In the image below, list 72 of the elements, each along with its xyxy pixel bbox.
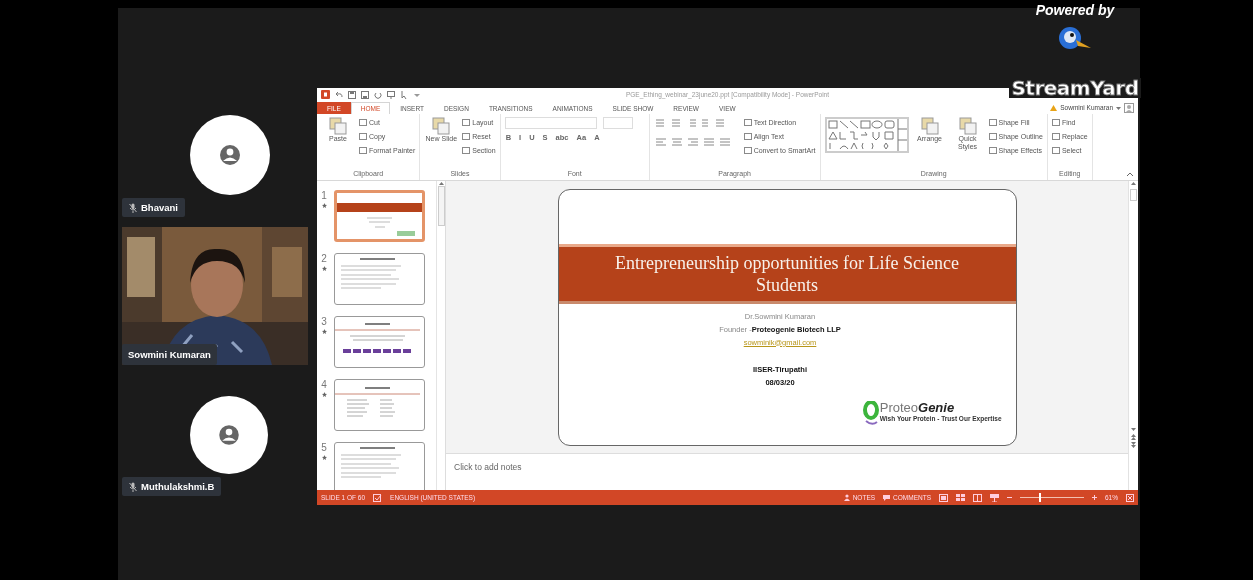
leaf-logo-icon [862,400,879,427]
slide-sorter-icon[interactable] [956,493,965,502]
stacked-squares-icon [329,117,347,135]
person-icon [843,494,850,501]
square-icon [743,118,752,127]
square-icon [1051,146,1060,155]
square-icon [743,146,752,155]
reading-view-icon[interactable] [973,493,982,502]
otter-logo-icon [1058,24,1092,52]
slide-number: 2 [321,253,327,264]
undo-icon[interactable] [335,90,343,99]
spellcheck-icon[interactable] [373,493,383,502]
square-icon [988,132,997,141]
redo-icon[interactable] [374,90,382,99]
square-icon [988,146,997,155]
slide-number: 1 [321,190,327,201]
square-icon [359,146,367,155]
zoom-slider-thumb[interactable] [1039,493,1042,502]
slide-thumbnail[interactable] [334,442,425,490]
user-avatar-icon [190,396,268,474]
slide-title: Entrepreneurship opportunities for Life Science Students [614,251,960,296]
participant-name: Bhavani [141,202,178,213]
square-icon [462,146,471,155]
participant-name: Sowmini Kumaran [128,349,211,360]
star-icon [321,203,327,208]
slide-number: 5 [321,442,327,453]
slide-thumbnail[interactable] [334,379,425,431]
speech-bubble-icon [883,494,891,501]
save-icon[interactable] [348,90,356,99]
powered-by-caption: Powered by [1035,2,1115,18]
stacked-squares-icon [920,117,939,135]
star-icon [321,329,327,334]
font-field[interactable] [602,117,633,129]
square-icon [988,118,997,127]
caret-icon [1116,105,1121,110]
streamyard-logo-text: StreamYard [1009,78,1141,98]
star-icon [321,266,327,271]
scrollbar-thumb[interactable] [437,186,445,226]
fit-to-window-icon[interactable] [1126,493,1134,502]
stacked-squares-icon [958,117,977,135]
save-as-icon[interactable] [361,90,369,99]
square-icon [1051,132,1060,141]
square-icon [359,118,367,127]
square-icon [743,132,752,141]
shape-gallery-drawing[interactable] [824,117,909,153]
zoom-out-icon[interactable] [1007,495,1012,500]
slide-thumbnail[interactable] [334,316,425,368]
participant-name: Muthulakshmi.B [141,481,215,492]
square-icon [462,132,471,141]
font-field[interactable] [504,117,597,129]
previous-slide-icon[interactable] [1131,434,1136,440]
normal-view-icon[interactable] [939,493,948,502]
zoom-in-icon[interactable] [1092,495,1097,500]
square-icon [359,132,367,141]
stacked-squares-icon [432,117,451,135]
slideshow-icon[interactable] [990,493,999,502]
slide-thumbnail[interactable] [334,190,425,242]
company-logo-text: ProteoGenie [879,400,956,415]
collapse-ribbon-icon[interactable] [1126,172,1134,177]
slide-number: 3 [321,316,327,327]
user-avatar-icon [190,115,270,195]
square-icon [1051,118,1060,127]
next-slide-icon[interactable] [1131,442,1136,448]
warning-icon [1050,104,1058,111]
slide-thumbnail[interactable] [334,253,425,305]
star-icon [321,455,327,460]
scroll-down-icon[interactable] [1131,428,1136,432]
star-icon [321,392,327,397]
slide-number: 4 [321,379,327,390]
scrollbar-thumb[interactable] [1130,189,1137,201]
presentation-icon[interactable] [387,90,395,99]
square-icon [462,118,471,127]
